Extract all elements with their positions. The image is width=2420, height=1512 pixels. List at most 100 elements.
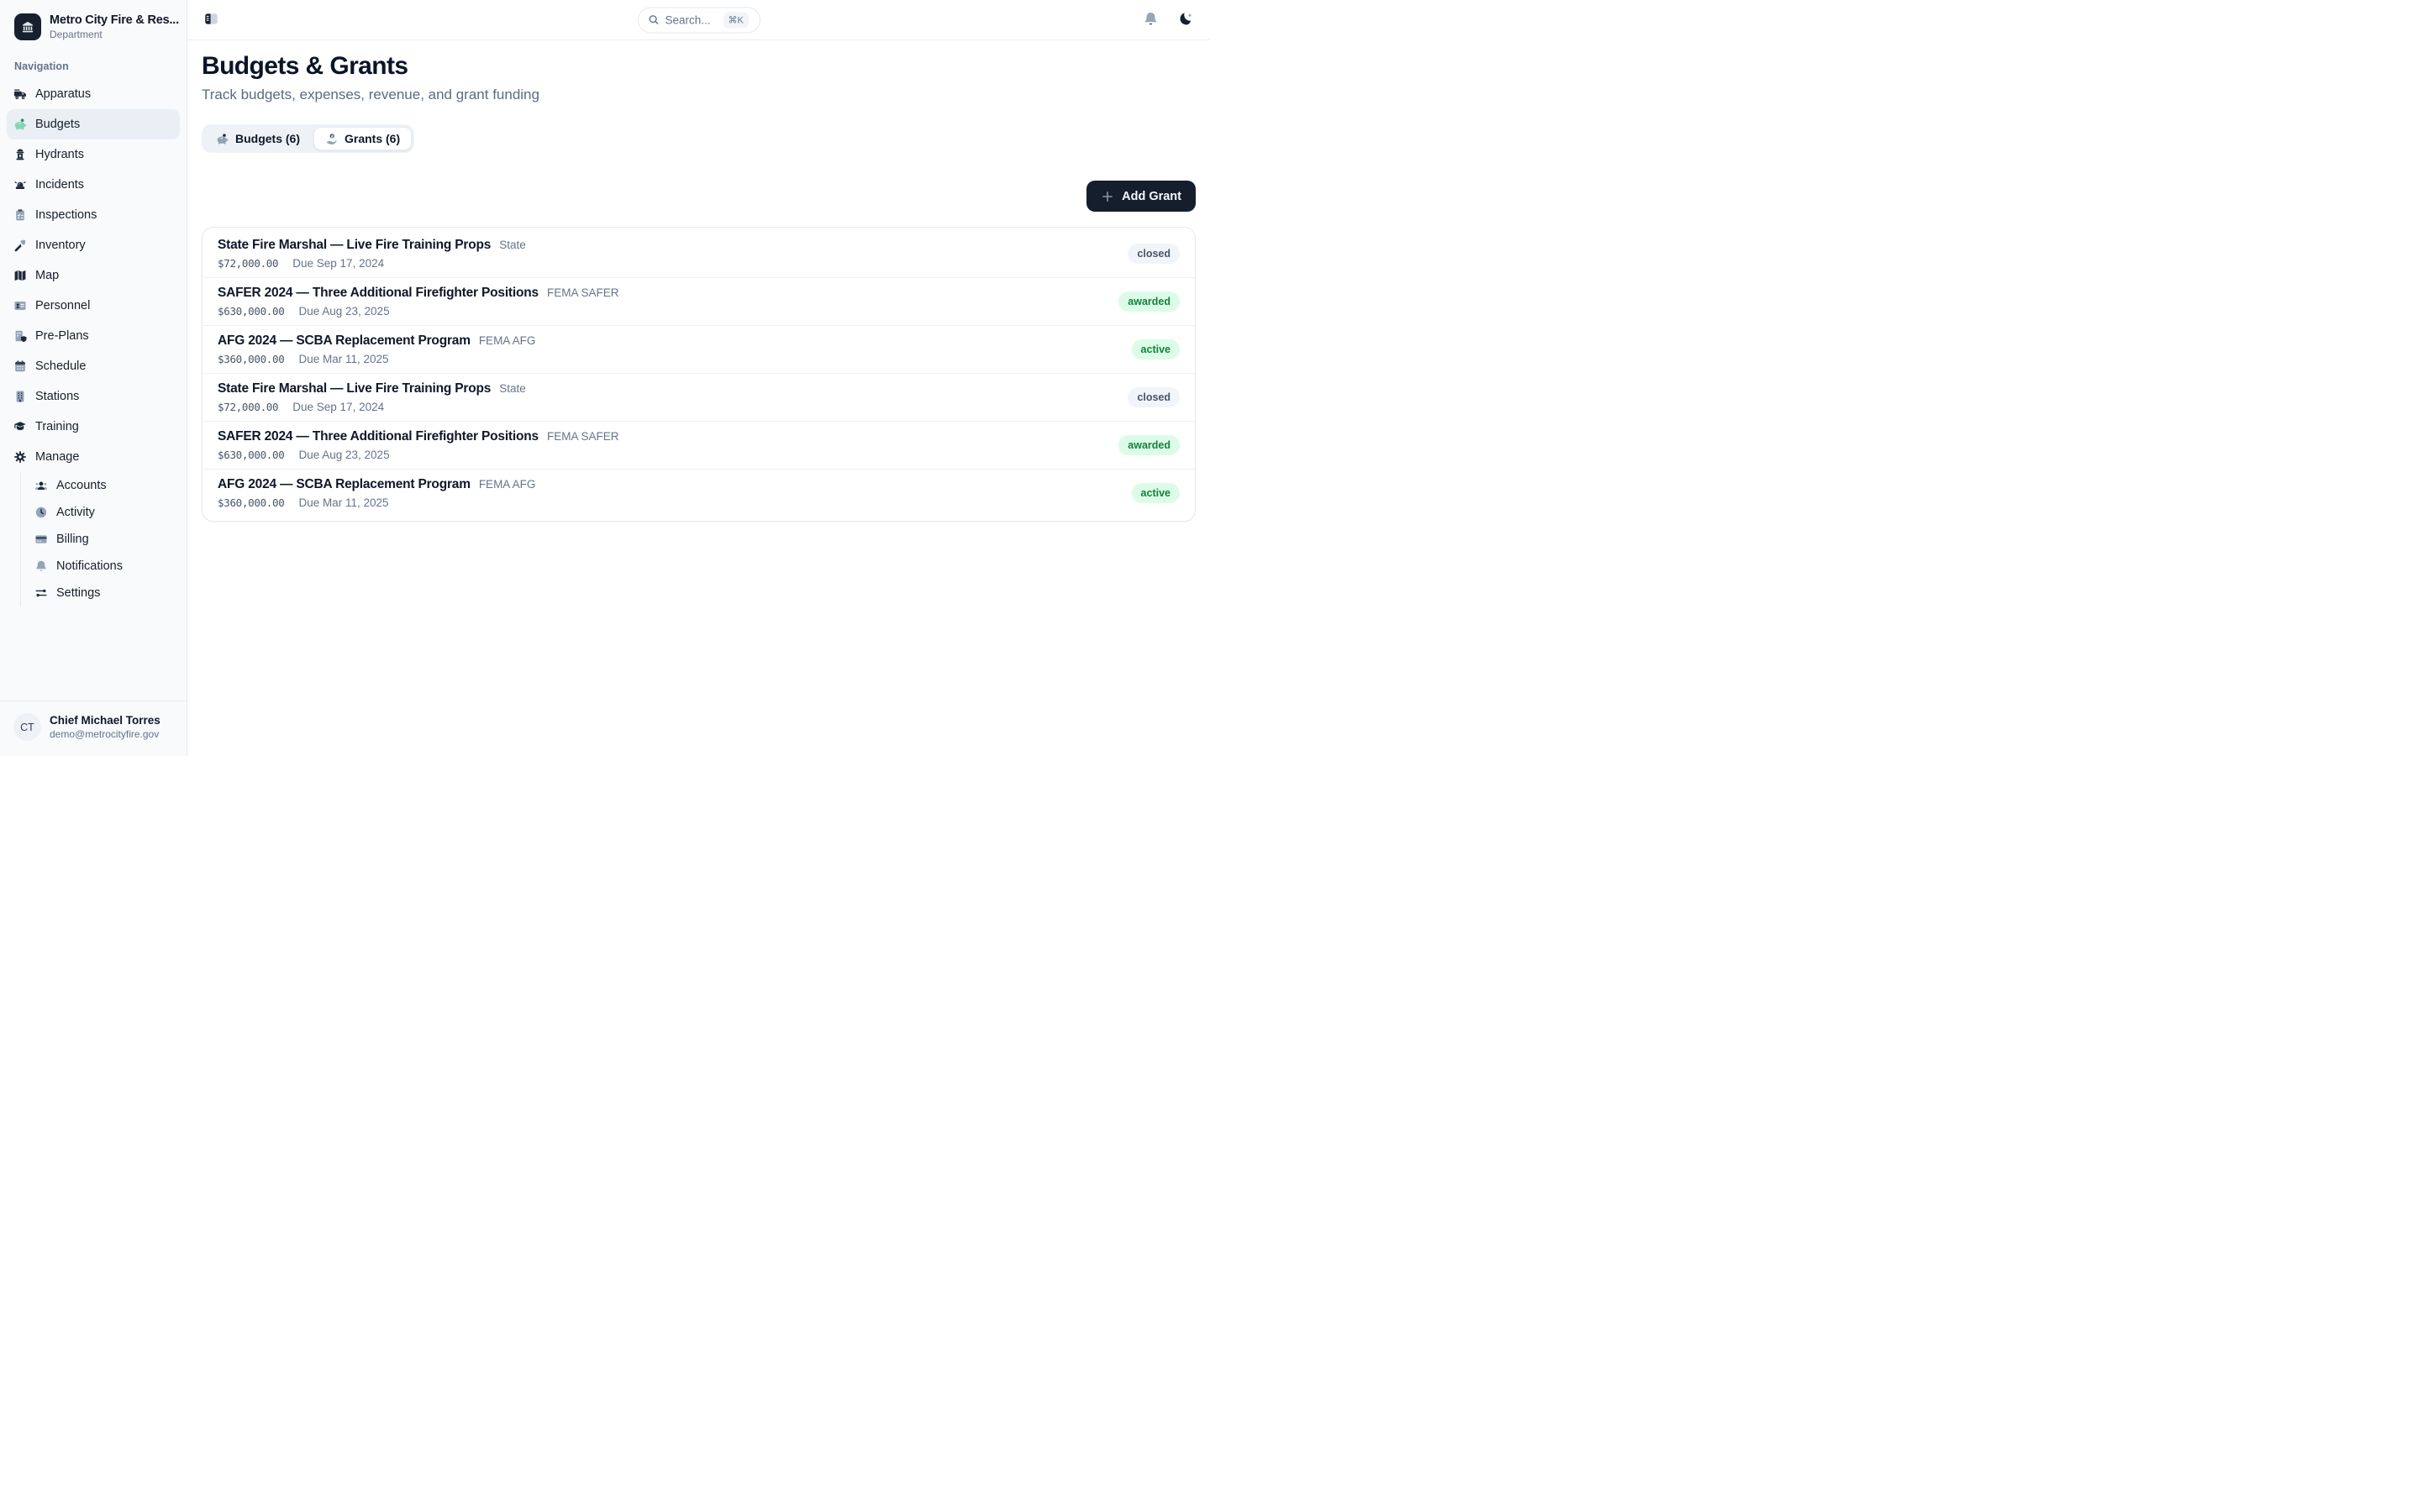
sidebar-item-hydrants[interactable]: Hydrants — [7, 139, 180, 170]
notifications-button[interactable] — [1141, 9, 1160, 31]
grant-row[interactable]: AFG 2024 — SCBA Replacement Program FEMA … — [203, 325, 1195, 373]
sidebar-item-stations[interactable]: Stations — [7, 381, 180, 412]
user-name: Chief Michael Torres — [50, 714, 160, 727]
sidebar-item-label: Map — [35, 269, 60, 282]
grant-due-date: Due Sep 17, 2024 — [292, 256, 385, 270]
magnifier-icon — [648, 14, 660, 26]
sliders-icon — [34, 586, 48, 600]
grant-info: State Fire Marshal — Live Fire Training … — [218, 381, 526, 413]
sidebar-toggle-button[interactable] — [203, 10, 220, 30]
org-type: Department — [50, 29, 103, 40]
user-email: demo@metrocityfire.gov — [50, 728, 160, 740]
users-icon — [34, 479, 48, 492]
sidebar-item-billing[interactable]: Billing — [21, 526, 180, 553]
grant-name: SAFER 2024 — Three Additional Firefighte… — [218, 286, 539, 300]
piggy-bank-icon — [13, 118, 27, 131]
org-switcher[interactable]: Metro City Fire & Res... Department — [0, 0, 187, 45]
grant-row[interactable]: SAFER 2024 — Three Additional Firefighte… — [203, 277, 1195, 325]
moon-sparkle-icon — [1177, 11, 1193, 29]
grant-category: FEMA SAFER — [546, 430, 619, 443]
grant-row[interactable]: State Fire Marshal — Live Fire Training … — [203, 229, 1195, 277]
sidebar-item-apparatus[interactable]: Apparatus — [7, 79, 180, 109]
plus-icon — [1101, 190, 1114, 203]
grant-info: AFG 2024 — SCBA Replacement Program FEMA … — [218, 477, 535, 509]
sidebar-item-personnel[interactable]: Personnel — [7, 291, 180, 321]
main-area: ⌘K Budgets & Grants Track budgets, expen… — [187, 0, 1210, 756]
sidebar-item-notifications[interactable]: Notifications — [21, 553, 180, 580]
status-badge: closed — [1128, 243, 1180, 264]
grant-due-date: Due Aug 23, 2025 — [298, 305, 390, 318]
sidebar-nav: Apparatus Budgets Hydrants Incidents Ins… — [0, 79, 187, 701]
sidebar-item-accounts[interactable]: Accounts — [21, 472, 180, 499]
sidebar-item-inspections[interactable]: Inspections — [7, 200, 180, 230]
grant-row[interactable]: State Fire Marshal — Live Fire Training … — [203, 373, 1195, 421]
status-badge: active — [1131, 339, 1180, 360]
tab-grants[interactable]: Grants (6) — [313, 127, 413, 150]
org-text: Metro City Fire & Res... Department — [50, 13, 179, 40]
grant-due-date: Due Aug 23, 2025 — [298, 449, 390, 461]
grant-due-date: Due Mar 11, 2025 — [298, 353, 389, 365]
sidebar-item-activity[interactable]: Activity — [21, 499, 180, 526]
credit-card-icon — [34, 533, 48, 546]
sidebar-item-label: Manage — [35, 450, 80, 464]
sidebar-item-manage[interactable]: Manage — [7, 442, 180, 472]
manage-subnav: Accounts Activity Billing Notifications … — [20, 472, 180, 606]
sidebar-item-inventory[interactable]: Inventory — [7, 230, 180, 260]
sidebar-item-label: Personnel — [35, 299, 91, 312]
grant-amount: $630,000.00 — [218, 305, 285, 318]
bell-icon — [34, 559, 48, 573]
axe-icon — [13, 239, 27, 252]
search-shortcut-badge: ⌘K — [723, 12, 749, 28]
sidebar-item-preplans[interactable]: Pre-Plans — [7, 321, 180, 351]
grant-amount: $360,000.00 — [218, 353, 285, 365]
user-profile[interactable]: CT Chief Michael Torres demo@metrocityfi… — [0, 701, 187, 756]
grant-amount: $360,000.00 — [218, 496, 285, 509]
sidebar-item-schedule[interactable]: Schedule — [7, 351, 180, 381]
status-badge: awarded — [1118, 291, 1180, 312]
page-content: Budgets & Grants Track budgets, expenses… — [187, 40, 1210, 522]
tab-label: Grants (6) — [345, 132, 401, 145]
map-icon — [13, 269, 27, 282]
sidebar-item-label: Inspections — [35, 208, 97, 222]
sidebar-item-label: Billing — [56, 533, 89, 546]
tab-label: Budgets (6) — [235, 132, 300, 145]
page-title: Budgets & Grants — [202, 52, 408, 80]
grant-category: FEMA SAFER — [546, 286, 619, 299]
sidebar-item-map[interactable]: Map — [7, 260, 180, 291]
grant-info: SAFER 2024 — Three Additional Firefighte… — [218, 286, 618, 318]
hand-coin-icon — [325, 133, 338, 145]
grant-info: AFG 2024 — SCBA Replacement Program FEMA … — [218, 333, 535, 365]
page-subtitle: Track budgets, expenses, revenue, and gr… — [202, 87, 539, 102]
grant-name: State Fire Marshal — Live Fire Training … — [218, 381, 492, 396]
sidebar-item-incidents[interactable]: Incidents — [7, 170, 180, 200]
siren-icon — [13, 178, 27, 192]
sidebar-item-settings[interactable]: Settings — [21, 580, 180, 606]
sidebar-item-label: Schedule — [35, 360, 87, 373]
grant-name: SAFER 2024 — Three Additional Firefighte… — [218, 429, 539, 444]
add-grant-button[interactable]: Add Grant — [1086, 181, 1196, 212]
search-box[interactable]: ⌘K — [637, 7, 760, 33]
grant-due-date: Due Sep 17, 2024 — [292, 401, 385, 413]
toolbar: Add Grant — [202, 181, 1196, 212]
sidebar-item-label: Pre-Plans — [35, 329, 89, 343]
grant-row[interactable]: SAFER 2024 — Three Additional Firefighte… — [203, 421, 1195, 469]
grant-category: FEMA AFG — [478, 478, 536, 491]
search-input[interactable] — [665, 13, 718, 26]
theme-toggle-button[interactable] — [1176, 9, 1195, 31]
bell-icon — [1143, 11, 1159, 29]
sidebar-item-label: Notifications — [56, 559, 123, 573]
status-badge: awarded — [1118, 435, 1180, 455]
landmark-icon — [14, 13, 41, 40]
sidebar-item-budgets[interactable]: Budgets — [7, 109, 180, 139]
grants-list-card: State Fire Marshal — Live Fire Training … — [202, 227, 1196, 522]
hydrant-icon — [13, 148, 27, 161]
sidebar-item-label: Settings — [56, 586, 101, 600]
sidebar-item-label: Stations — [35, 390, 80, 403]
grant-category: State — [499, 382, 526, 395]
sidebar-item-label: Apparatus — [35, 87, 92, 101]
tab-budgets[interactable]: Budgets (6) — [204, 127, 312, 150]
grant-row[interactable]: AFG 2024 — SCBA Replacement Program FEMA … — [203, 469, 1195, 517]
sidebar-item-training[interactable]: Training — [7, 412, 180, 442]
sidebar-item-label: Hydrants — [35, 148, 85, 161]
grant-category: State — [499, 238, 526, 251]
